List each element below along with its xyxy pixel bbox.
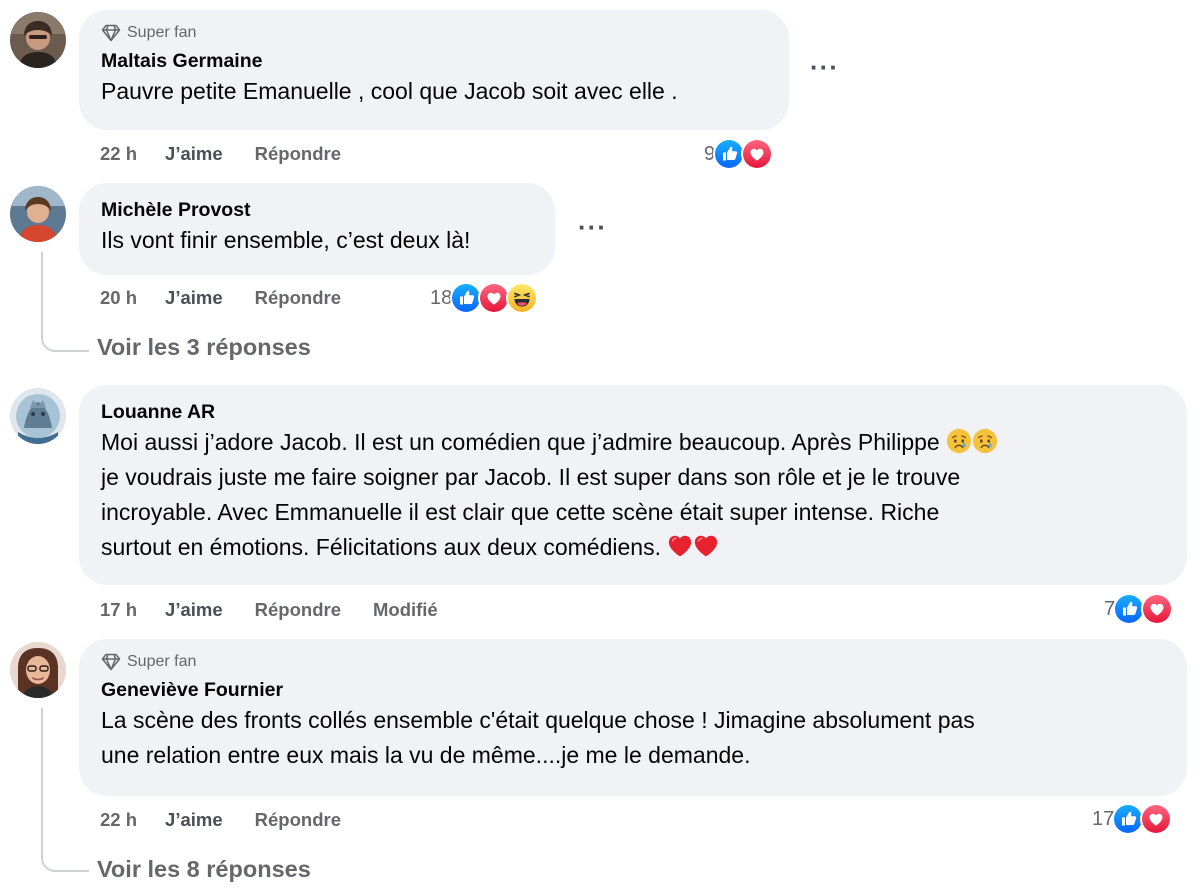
comment-bubble: Louanne AR Moi aussi j’adore Jacob. Il e…	[79, 385, 1187, 585]
reply-button[interactable]: Répondre	[255, 599, 341, 621]
comment-text-line: une relation entre eux mais la vu de mêm…	[101, 742, 751, 768]
love-reaction-icon	[741, 138, 774, 170]
reaction-count: 17	[1092, 807, 1115, 830]
like-button[interactable]: J’aime	[165, 599, 223, 621]
comment-bubble: Michèle Provost Ils vont finir ensemble,…	[79, 183, 555, 275]
reactions-summary[interactable]: 7	[1104, 592, 1174, 626]
author-name[interactable]: Louanne AR	[101, 399, 1165, 425]
reactions-summary[interactable]: 17	[1092, 802, 1173, 836]
comment-actions: 20 h J’aime Répondre	[100, 285, 373, 311]
comment-text-line: je voudrais juste me faire soigner par J…	[101, 464, 961, 490]
haha-reaction-icon	[506, 282, 539, 314]
reactions-summary[interactable]: 18	[430, 281, 539, 315]
diamond-icon	[101, 653, 121, 671]
comment-text-line: La scène des fronts collés ensemble c'ét…	[101, 707, 975, 733]
view-replies-link[interactable]: Voir les 8 réponses	[97, 856, 311, 883]
avatar[interactable]	[10, 388, 66, 444]
timestamp[interactable]: 22 h	[100, 143, 137, 165]
super-fan-badge: Super fan	[101, 22, 767, 44]
love-reaction-icon	[1140, 803, 1173, 835]
comment-bubble: Super fan Geneviève Fournier La scène de…	[79, 639, 1187, 796]
like-button[interactable]: J’aime	[165, 287, 223, 309]
author-name[interactable]: Maltais Germaine	[101, 48, 767, 74]
reactions-summary[interactable]: 9	[704, 137, 774, 171]
reply-button[interactable]: Répondre	[255, 143, 341, 165]
timestamp[interactable]: 20 h	[100, 287, 137, 309]
author-name[interactable]: Geneviève Fournier	[101, 677, 1165, 703]
timestamp[interactable]: 17 h	[100, 599, 137, 621]
reply-button[interactable]: Répondre	[255, 809, 341, 831]
edited-label[interactable]: Modifié	[373, 599, 438, 621]
thread-connector	[41, 708, 89, 872]
more-options-icon[interactable]: ···	[810, 54, 839, 80]
more-options-icon[interactable]: ···	[578, 214, 607, 240]
super-fan-badge: Super fan	[101, 651, 1165, 673]
sad-face-emoji-icon	[946, 428, 972, 454]
comment-text-line: incroyable. Avec Emmanuelle il est clair…	[101, 499, 940, 525]
comment-actions: 17 h J’aime Répondre Modifié	[100, 597, 470, 623]
reaction-count: 18	[430, 286, 453, 309]
comment-text-segment: surtout en émotions. Félicitations aux d…	[101, 534, 661, 560]
avatar[interactable]	[10, 642, 66, 698]
avatar[interactable]	[10, 12, 66, 68]
sad-face-emoji-icon	[972, 428, 998, 454]
comment-actions: 22 h J’aime Répondre	[100, 141, 373, 167]
red-heart-emoji-icon	[667, 533, 693, 559]
comment-bubble: Super fan Maltais Germaine Pauvre petite…	[79, 10, 789, 130]
comment-actions: 22 h J’aime Répondre	[100, 807, 373, 833]
comment-text-line: surtout en émotions. Félicitations aux d…	[101, 530, 1165, 565]
avatar[interactable]	[10, 186, 66, 242]
comment-text: Pauvre petite Emanuelle , cool que Jacob…	[101, 78, 678, 104]
thread-connector	[41, 252, 89, 352]
love-reaction-icon	[1141, 593, 1174, 625]
timestamp[interactable]: 22 h	[100, 809, 137, 831]
view-replies-link[interactable]: Voir les 3 réponses	[97, 334, 311, 361]
comment-text: Ils vont finir ensemble, c’est deux là!	[101, 227, 471, 253]
badge-label: Super fan	[127, 653, 197, 670]
badge-label: Super fan	[127, 24, 197, 41]
reply-button[interactable]: Répondre	[255, 287, 341, 309]
diamond-icon	[101, 24, 121, 42]
like-button[interactable]: J’aime	[165, 143, 223, 165]
author-name[interactable]: Michèle Provost	[101, 197, 533, 223]
red-heart-emoji-icon	[693, 533, 719, 559]
like-button[interactable]: J’aime	[165, 809, 223, 831]
comment-text-line: Moi aussi j’adore Jacob. Il est un coméd…	[101, 425, 1165, 460]
comment-text-segment: Moi aussi j’adore Jacob. Il est un coméd…	[101, 429, 940, 455]
